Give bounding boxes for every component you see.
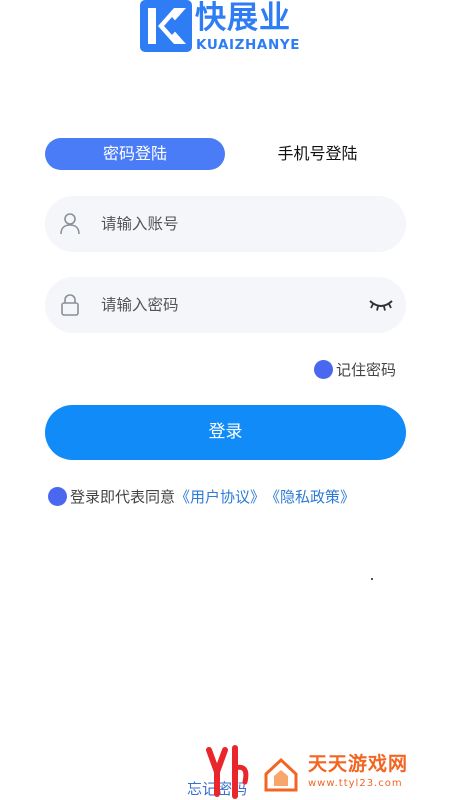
kuaizhanye-logo-icon [140,0,192,52]
remember-password[interactable]: 记住密码 [314,358,396,380]
watermark-url: www.ttyl23.com [308,778,403,789]
agreement-text: 登录即代表同意 [70,487,176,506]
tab-phone-login[interactable]: 手机号登陆 [230,138,405,170]
remember-checkbox[interactable] [314,359,333,379]
user-agreement-link[interactable]: 《用户协议》 [175,486,265,507]
privacy-policy-link[interactable]: 《隐私政策》 [265,486,355,507]
login-mode-tabs: 密码登陆 手机号登陆 [45,138,405,170]
password-input[interactable]: 请输入密码 [101,277,179,333]
app-logo: 快展业 KUAIZHANYE [140,0,315,60]
password-field[interactable]: 请输入密码 [45,277,406,333]
watermark-title: 天天游戏网 [308,753,409,775]
remember-label: 记住密码 [336,360,397,379]
account-input[interactable]: 请输入账号 [101,196,179,252]
stray-dot [371,578,373,580]
brand-name-en: KUAIZHANYE [196,37,301,53]
tab-password-login[interactable]: 密码登陆 [45,138,225,170]
watermark-logo-icon [206,745,249,799]
lock-icon [61,294,79,316]
user-icon [60,213,80,235]
watermark-house-icon [264,757,298,792]
agreement-checkbox[interactable] [48,486,67,506]
login-button[interactable]: 登录 [45,405,406,460]
watermark: 天天游戏网 www.ttyl23.com [258,752,438,798]
brand-name-cn: 快展业 [195,0,291,36]
agreement-row: 登录即代表同意 《用户协议》 《隐私政策》 [48,485,355,507]
account-field[interactable]: 请输入账号 [45,196,406,252]
eye-closed-icon[interactable] [368,297,394,313]
